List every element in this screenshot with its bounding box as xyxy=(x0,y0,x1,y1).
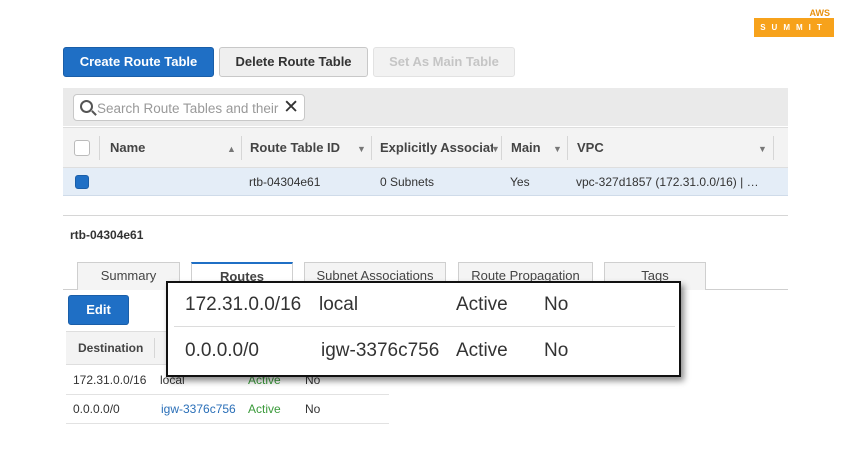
summit-logo-text: SUMMIT xyxy=(754,18,834,37)
column-separator xyxy=(773,136,774,160)
column-header-vpc[interactable]: VPC xyxy=(577,128,604,167)
column-separator xyxy=(99,136,100,160)
cell-main: Yes xyxy=(510,175,530,189)
route-table-id-sort[interactable]: ▼ xyxy=(357,128,366,167)
cell-route-table-id: rtb-04304e61 xyxy=(249,175,321,189)
callout-destination: 172.31.0.0/16 xyxy=(185,294,302,315)
column-header-explicitly-associated[interactable]: Explicitly Associat xyxy=(380,128,493,167)
cell-explicitly-associated: 0 Subnets xyxy=(380,175,435,189)
cell-destination: 0.0.0.0/0 xyxy=(73,402,120,416)
table-row[interactable]: rtb-04304e61 0 Subnets Yes vpc-327d1857 … xyxy=(63,168,788,196)
section-divider xyxy=(63,215,788,216)
callout-propagated: No xyxy=(544,294,569,315)
chevron-down-icon: ▼ xyxy=(491,144,500,154)
tab-summary[interactable]: Summary xyxy=(77,262,180,290)
routes-zoom-callout: 172.31.0.0/16 local Active No 0.0.0.0/0 … xyxy=(166,281,681,377)
column-separator xyxy=(371,136,372,160)
table-row: 0.0.0.0/0 igw-3376c756 Active No xyxy=(66,395,389,424)
set-as-main-table-button[interactable]: Set As Main Table xyxy=(373,47,515,77)
aws-logo-text: AWS xyxy=(809,8,830,18)
search-box: ✕ xyxy=(73,94,305,121)
row-checkbox[interactable] xyxy=(75,175,89,189)
callout-destination: 0.0.0.0/0 xyxy=(185,340,259,361)
callout-row: 0.0.0.0/0 igw-3376c756 Active No xyxy=(174,329,675,373)
chevron-down-icon: ▼ xyxy=(357,144,366,154)
callout-target: local xyxy=(319,294,359,315)
callout-status: Active xyxy=(456,340,508,361)
select-all-checkbox[interactable] xyxy=(74,140,90,156)
column-separator xyxy=(501,136,502,160)
callout-status: Active xyxy=(456,294,508,315)
chevron-down-icon: ▼ xyxy=(553,144,562,154)
column-separator xyxy=(241,136,242,160)
clear-search-icon[interactable]: ✕ xyxy=(283,96,299,120)
main-sort[interactable]: ▼ xyxy=(553,128,562,167)
column-header-main[interactable]: Main xyxy=(511,128,541,167)
detail-title: rtb-04304e61 xyxy=(70,228,144,242)
cell-propagated: No xyxy=(305,402,321,416)
cell-status: Active xyxy=(248,402,281,416)
search-icon xyxy=(80,100,93,113)
vpc-sort[interactable]: ▼ xyxy=(758,128,767,167)
column-separator xyxy=(154,338,155,358)
chevron-down-icon: ▼ xyxy=(758,144,767,154)
callout-propagated: No xyxy=(544,340,569,361)
sort-ascending-icon: ▲ xyxy=(227,144,236,154)
cell-target-link[interactable]: igw-3376c756 xyxy=(161,395,236,423)
delete-route-table-button[interactable]: Delete Route Table xyxy=(219,47,368,77)
cell-vpc: vpc-327d1857 (172.31.0.0/16) | … xyxy=(576,175,759,189)
route-tables-header: Name ▲ Route Table ID ▼ Explicitly Assoc… xyxy=(63,127,788,168)
column-separator xyxy=(567,136,568,160)
create-route-table-button[interactable]: Create Route Table xyxy=(63,47,214,77)
callout-target-link[interactable]: igw-3376c756 xyxy=(321,329,439,373)
column-header-name[interactable]: Name xyxy=(110,128,145,167)
column-header-destination: Destination xyxy=(78,341,144,355)
aws-summit-logo: AWS SUMMIT xyxy=(754,8,834,40)
explicitly-associated-sort[interactable]: ▼ xyxy=(491,128,500,167)
edit-routes-button[interactable]: Edit xyxy=(68,295,129,325)
column-header-route-table-id[interactable]: Route Table ID xyxy=(250,128,340,167)
cell-destination: 172.31.0.0/16 xyxy=(73,373,147,387)
search-input[interactable] xyxy=(97,98,283,118)
column-header-name-sort[interactable]: ▲ xyxy=(227,128,236,167)
callout-row: 172.31.0.0/16 local Active No xyxy=(174,283,675,327)
